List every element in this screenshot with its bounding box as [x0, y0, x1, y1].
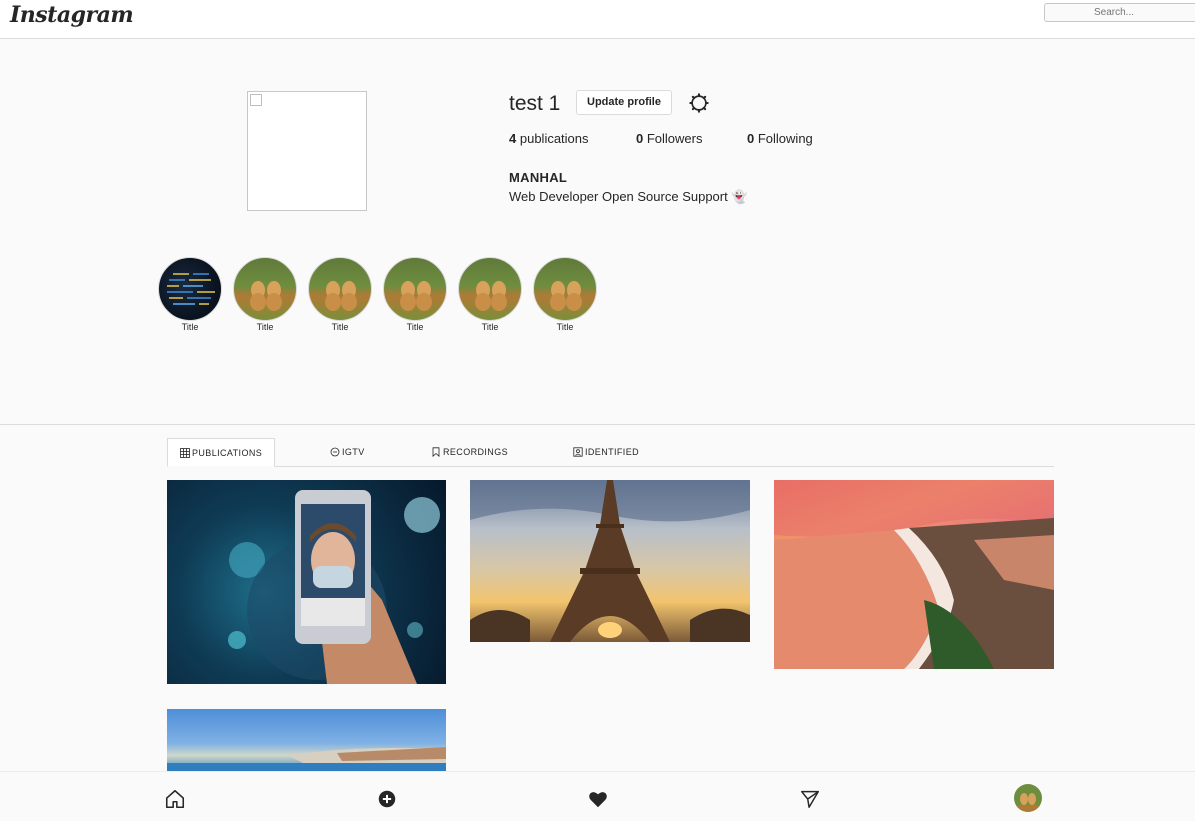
dogs-graphic — [550, 281, 582, 311]
story-highlight[interactable]: Title — [308, 257, 372, 332]
top-navbar: Instagram — [0, 0, 1195, 39]
highlight-title: Title — [181, 322, 199, 332]
highlight-title: Title — [481, 322, 499, 332]
dogs-graphic — [475, 281, 507, 311]
following-count: 0 — [747, 131, 755, 146]
highlight-image-dogs — [308, 257, 372, 321]
tagged-icon — [573, 447, 583, 457]
following-label: Following — [757, 131, 813, 146]
story-highlight[interactable]: Title — [233, 257, 297, 332]
tab-identified[interactable]: IDENTIFIED — [573, 438, 639, 467]
settings-gear-icon[interactable] — [688, 92, 710, 114]
broken-image-icon — [250, 94, 262, 106]
search-input[interactable] — [1044, 3, 1195, 22]
igtv-icon — [330, 447, 340, 457]
instagram-logo[interactable]: Instagram — [10, 2, 134, 28]
tab-recordings-label: RECORDINGS — [443, 447, 509, 457]
highlight-image-code — [158, 257, 222, 321]
highlight-title: Title — [556, 322, 574, 332]
profile-bio: Web Developer Open Source Support 👻 — [509, 189, 748, 204]
tab-recordings[interactable]: RECORDINGS — [431, 438, 508, 467]
highlight-image-dogs — [383, 257, 447, 321]
update-profile-button[interactable]: Update profile — [576, 90, 672, 115]
home-icon[interactable] — [164, 788, 186, 810]
post-thumbnail-eiffel-tower[interactable] — [470, 480, 750, 642]
post-thumbnail-coastline[interactable] — [167, 709, 446, 771]
highlight-title: Title — [406, 322, 424, 332]
story-highlight[interactable]: Title — [158, 257, 222, 332]
bookmark-icon — [432, 447, 440, 458]
publications-label: publications — [519, 131, 589, 146]
followers-count: 0 — [636, 131, 644, 146]
profile-username: test 1 — [509, 92, 561, 115]
followers-label: Followers — [646, 131, 703, 146]
story-highlight[interactable]: Title — [383, 257, 447, 332]
coastline-graphic — [167, 747, 446, 771]
publications-count: 4 — [509, 131, 517, 146]
story-highlight[interactable]: Title — [533, 257, 597, 332]
story-highlight[interactable]: Title — [458, 257, 522, 332]
grid-icon — [180, 448, 190, 458]
following-stat[interactable]: 0 Following — [747, 131, 813, 146]
tab-publications[interactable]: PUBLICATIONS — [167, 438, 276, 467]
coastline-sunset-graphic — [774, 480, 1054, 669]
publications-stat: 4 publications — [509, 131, 589, 146]
covid-phone-graphic — [228, 490, 440, 684]
post-thumbnail-covid[interactable] — [167, 480, 446, 684]
code-pattern-graphic — [167, 273, 215, 305]
tab-publications-label: PUBLICATIONS — [192, 448, 263, 458]
bottom-navbar — [0, 771, 1195, 821]
highlight-image-dogs — [233, 257, 297, 321]
avatar-dogs-graphic — [1014, 784, 1042, 812]
profile-picture[interactable] — [247, 91, 367, 211]
add-post-icon[interactable] — [376, 788, 398, 810]
highlight-image-dogs — [458, 257, 522, 321]
dogs-graphic — [250, 281, 282, 311]
direct-message-icon[interactable] — [799, 788, 821, 810]
dogs-graphic — [325, 281, 357, 311]
followers-stat[interactable]: 0 Followers — [636, 131, 702, 146]
highlight-title: Title — [256, 322, 274, 332]
tab-igtv-label: IGTV — [342, 447, 365, 457]
eiffel-tower-graphic — [470, 480, 750, 642]
tab-identified-label: IDENTIFIED — [585, 447, 640, 457]
tab-igtv[interactable]: IGTV — [330, 438, 365, 467]
highlight-title: Title — [331, 322, 349, 332]
post-thumbnail-nice-sunset[interactable] — [774, 480, 1054, 669]
profile-avatar[interactable] — [1014, 784, 1042, 812]
section-divider — [0, 424, 1195, 425]
profile-full-name: MANHAL — [509, 170, 568, 185]
dogs-graphic — [400, 281, 432, 311]
highlight-image-dogs — [533, 257, 597, 321]
heart-icon[interactable] — [587, 788, 609, 810]
